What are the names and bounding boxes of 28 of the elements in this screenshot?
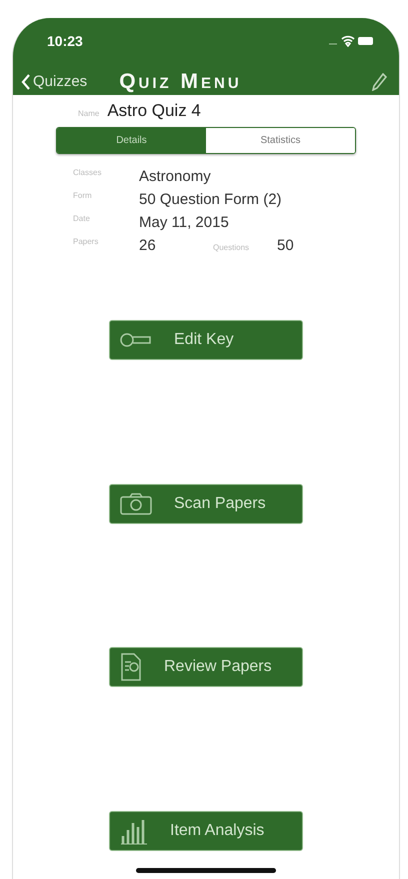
chevron-left-icon (21, 74, 31, 90)
field-label: Form (73, 191, 93, 202)
field-label: Questions (213, 243, 250, 252)
action-button[interactable]: Scan Papers (109, 484, 303, 524)
field-value: May 11, 2015 (139, 214, 230, 231)
field-label: Name (78, 109, 100, 118)
status-time: 10:23 (47, 33, 83, 50)
field-value: 26 (139, 237, 157, 254)
action-button[interactable]: Review Papers (109, 647, 303, 688)
back-button[interactable]: Quizzes (21, 73, 88, 90)
screen-title: Quiz Menu (119, 70, 243, 94)
document-icon (120, 653, 142, 682)
field-label: Classes (73, 168, 102, 179)
segment-tab[interactable]: Statistics (206, 128, 355, 153)
field-value: 50 Question Form (2) (139, 191, 283, 208)
pencil-icon[interactable] (371, 72, 387, 91)
status-icons (329, 35, 373, 48)
quiz-name: Astro Quiz 4 (107, 101, 201, 121)
back-label[interactable]: Quizzes (33, 73, 88, 90)
camera-icon (120, 492, 152, 515)
field-value: Astronomy (139, 168, 212, 185)
key-icon (120, 332, 152, 348)
field-value: 50 (277, 237, 294, 254)
field-label: Date (73, 214, 91, 225)
segment-tab[interactable]: Details (57, 128, 206, 153)
action-button[interactable]: Item Analysis (109, 810, 303, 851)
action-button[interactable]: Edit Key (109, 320, 303, 360)
field-label: Papers (73, 237, 100, 248)
